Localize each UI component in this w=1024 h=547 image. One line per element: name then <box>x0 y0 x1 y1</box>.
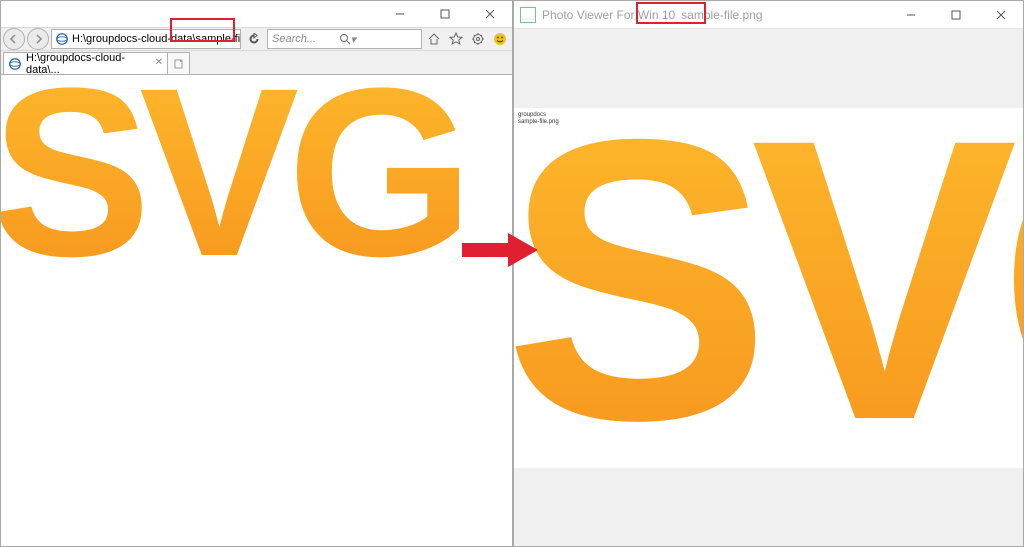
pv-minimize-button[interactable] <box>888 2 933 28</box>
address-input[interactable]: H:\groupdocs-cloud-data\sample-file.svg … <box>51 29 241 49</box>
ie-content-area: SVG <box>1 75 512 546</box>
ie-window: H:\groupdocs-cloud-data\sample-file.svg … <box>0 0 513 547</box>
pv-titlebar: Photo Viewer For Win 10 sample-file.png <box>514 1 1023 29</box>
new-tab-button[interactable] <box>168 52 190 74</box>
blank-page-icon <box>174 59 184 69</box>
svg-text:SVG: SVG <box>1 75 462 306</box>
tab-active[interactable]: H:\groupdocs-cloud-data\... ✕ <box>3 52 168 74</box>
tab-favicon-icon <box>8 57 22 71</box>
pv-maximize-button[interactable] <box>933 2 978 28</box>
forward-button[interactable] <box>27 28 49 50</box>
search-dropdown-icon[interactable]: ▾ <box>351 33 418 46</box>
pv-file-name: sample-file.png <box>681 8 762 22</box>
ie-favicon-icon <box>55 32 69 46</box>
ie-address-bar: H:\groupdocs-cloud-data\sample-file.svg … <box>1 27 512 51</box>
maximize-button[interactable] <box>422 1 467 27</box>
minimize-button[interactable] <box>377 1 422 27</box>
home-button[interactable] <box>424 29 444 49</box>
pv-content-area: groupdocs sample-file.png SVG <box>514 29 1023 546</box>
tools-button[interactable] <box>468 29 488 49</box>
favorites-button[interactable] <box>446 29 466 49</box>
pv-app-name: Photo Viewer For Win 10 <box>542 8 675 22</box>
address-text: H:\groupdocs-cloud-data\sample-file.svg <box>72 33 241 45</box>
pv-app-icon <box>520 7 536 23</box>
feedback-button[interactable] <box>490 29 510 49</box>
search-input[interactable]: Search... ▾ <box>267 29 422 49</box>
pv-close-button[interactable] <box>978 2 1023 28</box>
tab-close-icon[interactable]: ✕ <box>155 57 163 68</box>
ie-titlebar <box>1 1 512 27</box>
search-placeholder: Search... <box>272 33 339 45</box>
svg-image: SVG <box>1 75 512 318</box>
close-button[interactable] <box>467 1 512 27</box>
photoviewer-window: Photo Viewer For Win 10 sample-file.png … <box>513 0 1024 547</box>
pv-image-canvas: groupdocs sample-file.png SVG <box>514 108 1023 468</box>
back-button[interactable] <box>3 28 25 50</box>
search-icon[interactable] <box>339 33 351 45</box>
pv-svg-image: SVG <box>514 108 1023 468</box>
svg-text:SVG: SVG <box>514 108 1023 468</box>
ie-tab-strip: H:\groupdocs-cloud-data\... ✕ <box>1 51 512 75</box>
tab-label: H:\groupdocs-cloud-data\... <box>26 52 149 76</box>
refresh-button[interactable] <box>243 29 265 49</box>
